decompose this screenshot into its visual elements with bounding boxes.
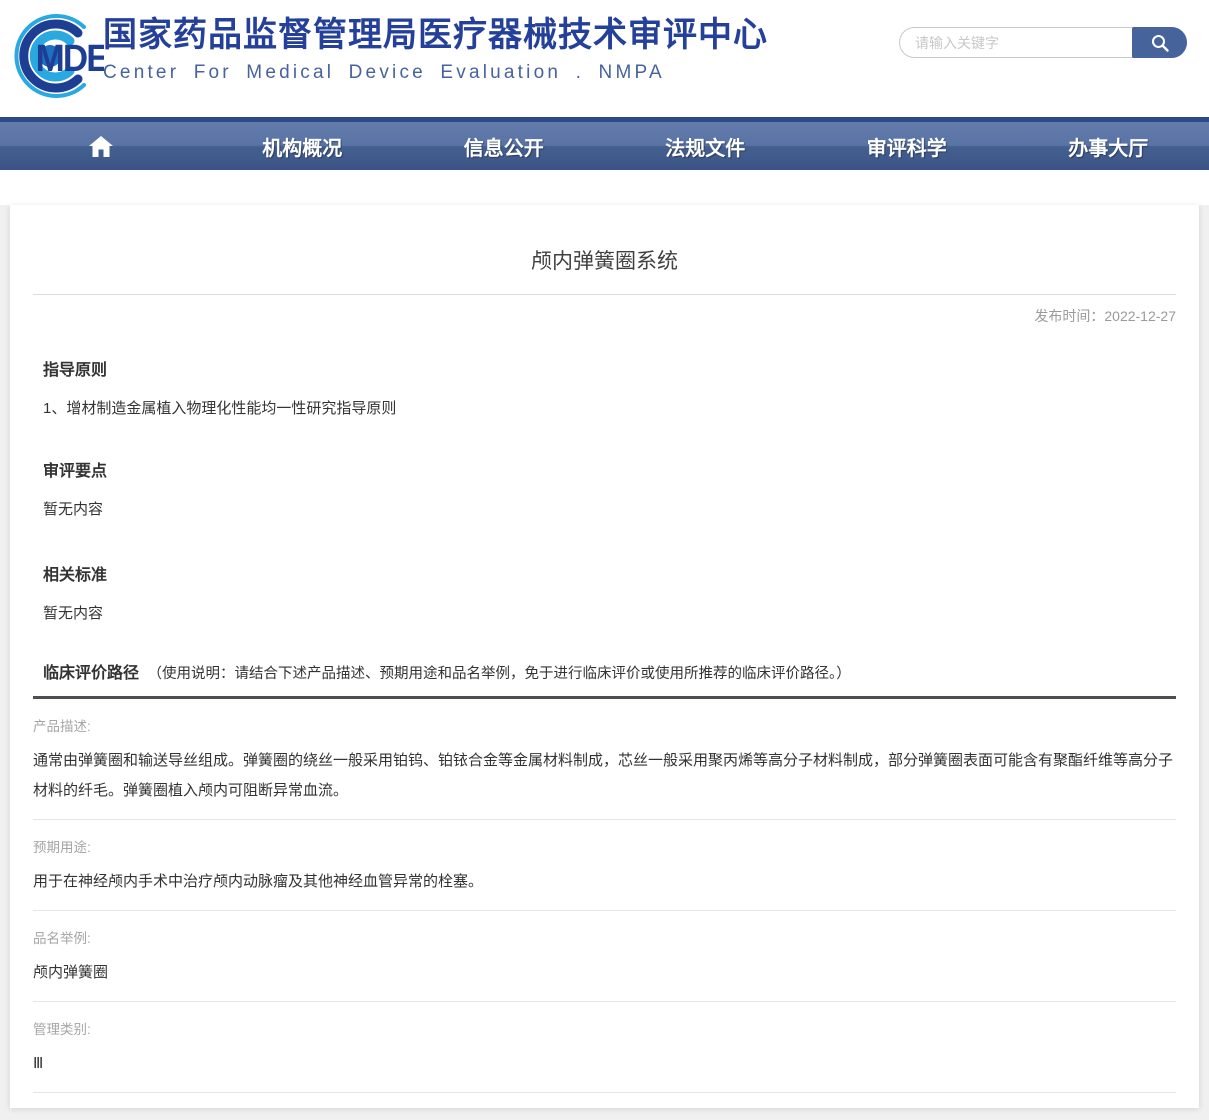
- nav-item-info-disclosure[interactable]: 信息公开: [403, 122, 605, 170]
- nav-item-about[interactable]: 机构概况: [202, 122, 404, 170]
- home-icon: [88, 134, 114, 158]
- field-row-management-class: 管理类别: Ⅲ: [33, 1002, 1176, 1093]
- section-empty-text: 暂无内容: [43, 498, 1176, 519]
- field-list: 产品描述: 通常由弹簧圈和输送导丝组成。弹簧圈的绕丝一般采用铂钨、铂铱合金等金属…: [33, 699, 1176, 1108]
- clinical-path-note: （使用说明：请结合下述产品描述、预期用途和品名举例，免于进行临床评价或使用所推荐…: [147, 666, 850, 682]
- site-header: MDE 国家药品监督管理局医疗器械技术审评中心 Center For Medic…: [0, 0, 1209, 117]
- field-value: Ⅲ: [33, 1049, 1176, 1079]
- brand-block: 国家药品监督管理局医疗器械技术审评中心 Center For Medical D…: [103, 16, 768, 84]
- search-icon: [1150, 33, 1170, 53]
- field-value: 用于在神经颅内手术中治疗颅内动脉瘤及其他神经血管异常的栓塞。: [33, 867, 1176, 897]
- search-box: [899, 27, 1187, 58]
- site-title-cn: 国家药品监督管理局医疗器械技术审评中心: [103, 16, 768, 55]
- field-row-clinical-evaluation: 临床评价: 同品种: [33, 1093, 1176, 1108]
- field-label: 管理类别:: [33, 1018, 1176, 1038]
- main-nav: 机构概况 信息公开 法规文件 审评科学 办事大厅: [0, 117, 1209, 170]
- logo-text: MDE: [36, 37, 104, 80]
- section-guiding-principles: 指导原则 1、增材制造金属植入物理化性能均一性研究指导原则: [43, 356, 1176, 418]
- section-heading: 临床评价路径: [43, 665, 139, 682]
- field-label: 品名举例:: [33, 927, 1176, 947]
- field-row-product-name-example: 品名举例: 颅内弹簧圈: [33, 911, 1176, 1002]
- guideline-link[interactable]: 1、增材制造金属植入物理化性能均一性研究指导原则: [43, 397, 1176, 418]
- page-background: 颅内弹簧圈系统 发布时间：2022-12-27 指导原则 1、增材制造金属植入物…: [0, 205, 1209, 1120]
- title-divider: [33, 294, 1176, 295]
- section-related-standards: 相关标准 暂无内容: [43, 561, 1176, 623]
- site-title-en: Center For Medical Device Evaluation . N…: [103, 62, 768, 84]
- search-button[interactable]: [1132, 27, 1187, 58]
- publish-date: 发布时间：2022-12-27: [33, 306, 1176, 326]
- section-heading: 指导原则: [43, 356, 1176, 380]
- page-title: 颅内弹簧圈系统: [33, 205, 1176, 275]
- nav-item-review-science[interactable]: 审评科学: [806, 122, 1008, 170]
- search-input[interactable]: [900, 28, 1125, 57]
- spacer: [0, 170, 1209, 205]
- field-row-intended-use: 预期用途: 用于在神经颅内手术中治疗颅内动脉瘤及其他神经血管异常的栓塞。: [33, 820, 1176, 911]
- field-label: 产品描述:: [33, 715, 1176, 735]
- section-empty-text: 暂无内容: [43, 602, 1176, 623]
- section-clinical-evaluation-path: 临床评价路径 （使用说明：请结合下述产品描述、预期用途和品名举例，免于进行临床评…: [43, 659, 1176, 683]
- cmde-logo[interactable]: MDE: [8, 11, 104, 103]
- section-heading: 审评要点: [43, 457, 1176, 481]
- nav-item-home[interactable]: [0, 122, 202, 170]
- field-value: 颅内弹簧圈: [33, 958, 1176, 988]
- nav-item-service-hall[interactable]: 办事大厅: [1008, 122, 1209, 170]
- nav-item-regulations[interactable]: 法规文件: [605, 122, 807, 170]
- cmde-logo-icon: MDE: [8, 11, 104, 103]
- article-card: 颅内弹簧圈系统 发布时间：2022-12-27 指导原则 1、增材制造金属植入物…: [10, 205, 1199, 1108]
- field-value: 通常由弹簧圈和输送导丝组成。弹簧圈的绕丝一般采用铂钨、铂铱合金等金属材料制成，芯…: [33, 746, 1176, 806]
- field-row-product-description: 产品描述: 通常由弹簧圈和输送导丝组成。弹簧圈的绕丝一般采用铂钨、铂铱合金等金属…: [33, 699, 1176, 820]
- section-heading: 相关标准: [43, 561, 1176, 585]
- field-label: 预期用途:: [33, 836, 1176, 856]
- section-review-points: 审评要点 暂无内容: [43, 457, 1176, 519]
